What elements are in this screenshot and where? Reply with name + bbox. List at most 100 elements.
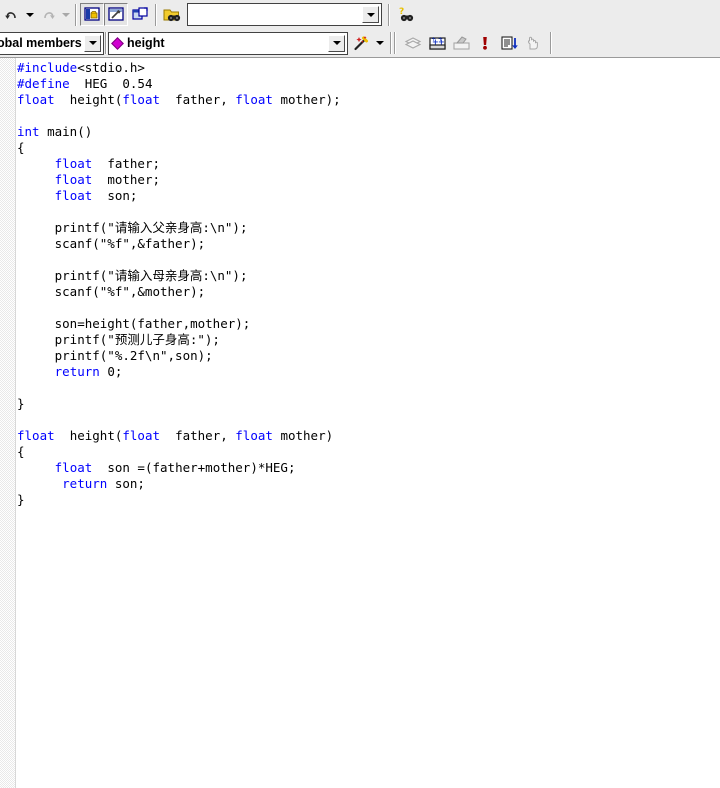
code-keyword: float [122, 428, 161, 443]
scope-combo[interactable]: obal members [0, 31, 104, 55]
source-code-text[interactable]: #include<stdio.h> #define HEG 0.54 float h… [17, 58, 720, 508]
code-text: son =(father+mother)*HEG; [92, 460, 296, 475]
find-in-files-button[interactable] [160, 3, 184, 26]
search-help-button[interactable]: ? [393, 3, 417, 26]
wizardbar-separator-2 [390, 32, 392, 54]
code-editor-pane[interactable]: #include<stdio.h> #define HEG 0.54 float h… [0, 58, 720, 788]
exclamation-icon [483, 37, 487, 50]
find-combo-dropdown[interactable] [362, 6, 379, 23]
code-line: float father; [17, 156, 720, 172]
scope-combo-dropdown[interactable] [84, 34, 101, 52]
code-line: return 0; [17, 364, 720, 380]
code-keyword: float [17, 92, 55, 107]
member-diamond-icon [111, 36, 124, 50]
code-keyword: float [235, 92, 273, 107]
output-button[interactable] [104, 3, 128, 26]
code-text: printf("请输入母亲身高:\n"); [17, 268, 248, 283]
code-line: printf("请输入父亲身高:\n"); [17, 220, 720, 236]
code-line: float height(float father, float mother)… [17, 92, 720, 108]
code-text: son; [92, 188, 138, 203]
toolbar-separator-3 [388, 3, 390, 26]
workspace-window-icon [83, 7, 100, 21]
disable-breakpoint-button[interactable] [449, 32, 473, 55]
code-text: 0; [99, 364, 123, 379]
code-text: } [17, 396, 25, 411]
code-text: main() [39, 124, 93, 139]
pan-button[interactable] [521, 32, 545, 55]
window-list-button[interactable] [128, 3, 152, 26]
code-line: { [17, 444, 720, 460]
chevron-down-icon [366, 12, 375, 17]
code-line: float height(float father, float mother) [17, 428, 720, 444]
code-text: <stdio.h> [77, 60, 145, 75]
code-keyword: float [54, 460, 93, 475]
code-text: son; [107, 476, 145, 491]
wizardbar-separator-4 [550, 32, 552, 54]
code-text: mother) [272, 428, 334, 443]
undo-dropdown[interactable] [24, 3, 36, 26]
member-combo-value: height [127, 36, 165, 50]
code-text: printf("%.2f\n",son); [17, 348, 213, 363]
find-combo[interactable] [187, 3, 382, 26]
svg-text:+ +: + + [431, 36, 443, 43]
code-line: return son; [17, 476, 720, 492]
code-line: #define HEG 0.54 [17, 76, 720, 92]
code-line: float son =(father+mother)*HEG; [17, 460, 720, 476]
standard-toolbar: ? [0, 0, 720, 29]
code-line: scanf("%f",&father); [17, 236, 720, 252]
chevron-down-icon [26, 12, 34, 17]
code-line: #include<stdio.h> [17, 60, 720, 76]
go-to-definition-button[interactable] [497, 32, 521, 55]
code-keyword: float [54, 188, 93, 203]
code-keyword: float [122, 92, 161, 107]
search-help-icon: ? [399, 7, 413, 22]
code-text: scanf("%f",&father); [17, 236, 206, 251]
code-text: mother); [272, 92, 341, 107]
undo-button[interactable] [0, 3, 24, 26]
code-keyword: return [54, 364, 100, 379]
wizard-button[interactable] [350, 32, 374, 55]
redo-button[interactable] [36, 3, 60, 26]
code-line: float son; [17, 188, 720, 204]
editor-gutter[interactable] [0, 58, 16, 788]
code-keyword: float [235, 428, 273, 443]
code-keyword: int [17, 124, 40, 139]
wizardbar-separator-3 [394, 32, 396, 54]
code-text: height( [54, 428, 123, 443]
code-keyword: float [54, 172, 93, 187]
error-marker-button[interactable] [473, 32, 497, 55]
member-combo-dropdown[interactable] [328, 34, 345, 52]
code-keyword: #include [17, 60, 78, 75]
wizardbar-separator-1 [105, 32, 107, 54]
wizardbar-toolbar: obal members height + + + + [0, 29, 720, 58]
find-in-files-icon [163, 9, 180, 21]
code-line: { [17, 140, 720, 156]
redo-dropdown[interactable] [60, 3, 72, 26]
code-text: father, [160, 428, 236, 443]
code-text: printf("请输入父亲身高:\n"); [17, 220, 248, 235]
layers-button[interactable] [401, 32, 425, 55]
insert-breakpoint-button[interactable]: + + + + [425, 32, 449, 55]
workspace-button[interactable] [80, 3, 104, 26]
code-line: float mother; [17, 172, 720, 188]
code-line: } [17, 396, 720, 412]
document-down-arrow-icon [500, 36, 518, 50]
member-combo[interactable]: height [108, 31, 348, 55]
chevron-down-icon [332, 41, 341, 45]
window-list-icon [131, 7, 148, 20]
code-line: printf("%.2f\n",son); [17, 348, 720, 364]
toolbar-separator-2 [155, 3, 157, 26]
magic-wand-icon [354, 36, 368, 51]
code-keyword: return [62, 476, 108, 491]
wizard-dropdown[interactable] [374, 32, 386, 55]
hand-icon [527, 36, 538, 50]
